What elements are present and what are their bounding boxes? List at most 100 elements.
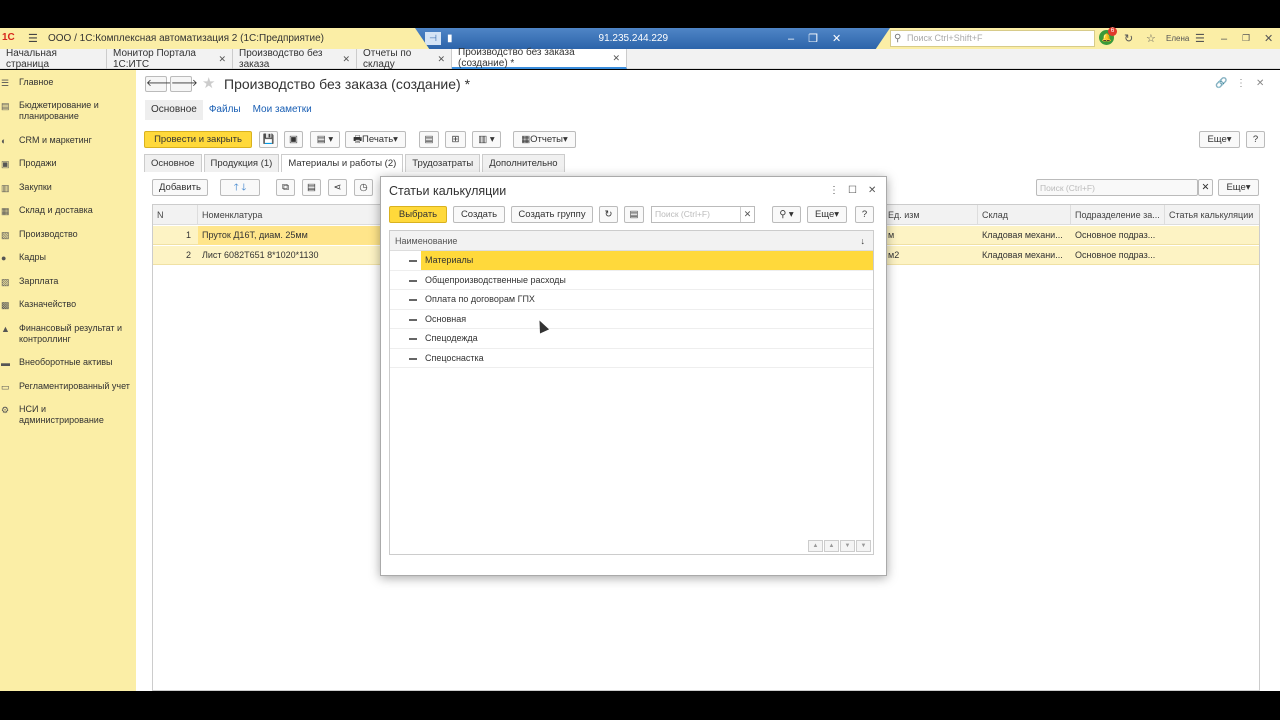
close-dialog-icon[interactable]: ✕ (868, 185, 876, 196)
delete-icon[interactable]: ▤ (302, 179, 321, 196)
help-button[interactable]: ? (1246, 131, 1265, 148)
list-header[interactable]: Наименование ↓ (390, 231, 873, 251)
refresh-icon[interactable]: ↻ (599, 206, 618, 223)
print-button[interactable]: 🖶 Печать ▾ (345, 131, 406, 148)
menu-icon[interactable]: ☰ (28, 32, 42, 45)
create-button[interactable]: Создать (453, 206, 505, 223)
list-icon[interactable]: ▤ (419, 131, 439, 148)
dialog-more-button[interactable]: Еще ▾ (807, 206, 847, 223)
list-item[interactable]: Материалы (390, 251, 873, 271)
sort-desc-icon[interactable]: ↓ (861, 231, 866, 251)
close-icon[interactable]: ✕ (1264, 28, 1273, 49)
sidebar-item-salary[interactable]: ▨ Зарплата (0, 276, 136, 287)
list-item[interactable]: Оплата по договорам ГПХ (390, 290, 873, 310)
sidebar-item-financial-result[interactable]: ▲ Финансовый результат и контроллинг (0, 323, 136, 345)
favorites-icon[interactable]: ☆ (1146, 28, 1156, 49)
sidebar-item-regulated-accounting[interactable]: ▭ Регламентированный учет (0, 381, 136, 392)
sidebar-item-main[interactable]: ☰ Главное (0, 77, 136, 88)
dialog-search-input[interactable]: Поиск (Ctrl+F) ✕ (651, 206, 755, 223)
tab-products[interactable]: Продукция (1) (203, 154, 280, 172)
list-icon[interactable]: ▤ (624, 206, 644, 223)
col-cost-item[interactable]: Статья калькуляции (1165, 205, 1261, 225)
copy-icon[interactable]: ⧉ (276, 179, 295, 196)
col-item[interactable]: Номенклатура (198, 205, 388, 225)
global-search-input[interactable]: ⚲ Поиск Ctrl+Shift+F (890, 30, 1095, 47)
history-icon[interactable]: ◷ (354, 179, 373, 196)
tab-its-monitor[interactable]: Монитор Портала 1С:ИТС ✕ (107, 48, 233, 70)
save-icon[interactable]: 💾 (259, 131, 278, 148)
rdp-minimize-icon[interactable]: – (788, 33, 794, 45)
col-unit[interactable]: Ед. изм (884, 205, 978, 225)
history-icon[interactable]: ↻ (1124, 28, 1133, 49)
subnav-main[interactable]: Основное (145, 100, 203, 120)
sidebar-item-admin[interactable]: ⚙ НСИ и администрирование (0, 404, 136, 426)
attachments-button[interactable]: ▥ ▾ (472, 131, 501, 148)
settings-icon[interactable]: ☰ (1195, 28, 1205, 49)
add-button[interactable]: Добавить (152, 179, 208, 196)
rdp-restore-icon[interactable]: ❐ (808, 32, 818, 45)
more-button[interactable]: Еще ▾ (1199, 131, 1240, 148)
create-group-button[interactable]: Создать группу (511, 206, 593, 223)
sidebar-item-production[interactable]: ▧ Производство (0, 229, 136, 240)
tab-labor[interactable]: Трудозатраты (405, 154, 481, 172)
sidebar-item-treasury[interactable]: ▩ Казначейство (0, 299, 136, 310)
col-n[interactable]: N (153, 205, 198, 225)
subnav-files[interactable]: Файлы (203, 100, 247, 120)
scroll-bottom-icon[interactable]: ▼ (856, 540, 871, 552)
close-tab-icon[interactable]: ✕ (342, 54, 350, 65)
sidebar-item-fixed-assets[interactable]: ▬ Внеоборотные активы (0, 357, 136, 368)
tab-main[interactable]: Основное (144, 154, 202, 172)
grid-search-input[interactable]: Поиск (Ctrl+F) (1036, 179, 1198, 196)
pin-icon[interactable]: ⊣ (425, 32, 441, 45)
close-tab-icon[interactable]: ✕ (612, 53, 620, 64)
more-vert-icon[interactable]: ⋮ (1236, 78, 1246, 89)
tab-home[interactable]: Начальная страница (0, 48, 107, 70)
tab-materials[interactable]: Материалы и работы (2) (281, 154, 404, 172)
sidebar-item-purchases[interactable]: ▥ Закупки (0, 182, 136, 193)
sidebar-item-crm[interactable]: ◐ CRM и маркетинг (0, 135, 136, 146)
sidebar-item-hr[interactable]: ● Кадры (0, 252, 136, 263)
search-options-button[interactable]: ⚲ ▾ (772, 206, 801, 223)
list-item[interactable]: Спецоснастка (390, 349, 873, 368)
close-tab-icon[interactable]: ✕ (218, 54, 226, 65)
back-button[interactable]: 🡐 (145, 76, 173, 92)
favorite-star-icon[interactable]: ★ (202, 74, 215, 92)
forward-button[interactable]: 🡒 (170, 76, 198, 92)
reports-button[interactable]: ▦ Отчеты ▾ (513, 131, 576, 148)
sidebar-item-sales[interactable]: ▣ Продажи (0, 158, 136, 169)
link-icon[interactable]: 🔗 (1215, 78, 1227, 89)
scroll-up-icon[interactable]: ▲ (824, 540, 839, 552)
share-icon[interactable]: ⋖ (328, 179, 347, 196)
scroll-down-icon[interactable]: ▼ (840, 540, 855, 552)
clear-search-icon[interactable]: ✕ (1198, 179, 1213, 196)
list-item[interactable]: Общепроизводственные расходы (390, 271, 873, 290)
list-item[interactable]: Основная (390, 310, 873, 329)
post-icon[interactable]: ▣ (284, 131, 303, 148)
restore-icon[interactable]: ❐ (1242, 28, 1250, 49)
user-name[interactable]: Елена (1166, 28, 1189, 49)
create-based-on-button[interactable]: ▤ ▾ (310, 131, 340, 148)
post-and-close-button[interactable]: Провести и закрыть (144, 131, 252, 148)
dialog-help-button[interactable]: ? (855, 206, 874, 223)
structure-icon[interactable]: ⊞ (445, 131, 466, 148)
clear-search-icon[interactable]: ✕ (740, 207, 754, 222)
col-department[interactable]: Подразделение за... (1071, 205, 1165, 225)
tab-additional[interactable]: Дополнительно (482, 154, 565, 172)
sidebar-item-warehouse[interactable]: ▦ Склад и доставка (0, 205, 136, 216)
grid-more-button[interactable]: Еще ▾ (1218, 179, 1259, 196)
scroll-top-icon[interactable]: ▲ (808, 540, 823, 552)
tab-production-create[interactable]: Производство без заказа (создание) * ✕ (452, 47, 627, 69)
subnav-notes[interactable]: Мои заметки (247, 100, 318, 120)
list-item[interactable]: Спецодежда (390, 329, 873, 349)
tab-production[interactable]: Производство без заказа ✕ (233, 48, 357, 70)
maximize-icon[interactable]: ☐ (848, 185, 857, 196)
sidebar-item-budgeting[interactable]: ▤ Бюджетирование и планирование (0, 100, 136, 122)
close-tab-icon[interactable]: ✕ (437, 54, 445, 65)
tab-warehouse-reports[interactable]: Отчеты по складу ✕ (357, 48, 452, 70)
rdp-close-icon[interactable]: ✕ (832, 32, 841, 45)
select-button[interactable]: Выбрать (389, 206, 447, 223)
move-up-down-buttons[interactable]: 🡑 🡓 (220, 179, 260, 196)
more-vert-icon[interactable]: ⋮ (829, 185, 839, 196)
col-warehouse[interactable]: Склад (978, 205, 1071, 225)
minimize-icon[interactable]: – (1221, 28, 1227, 49)
